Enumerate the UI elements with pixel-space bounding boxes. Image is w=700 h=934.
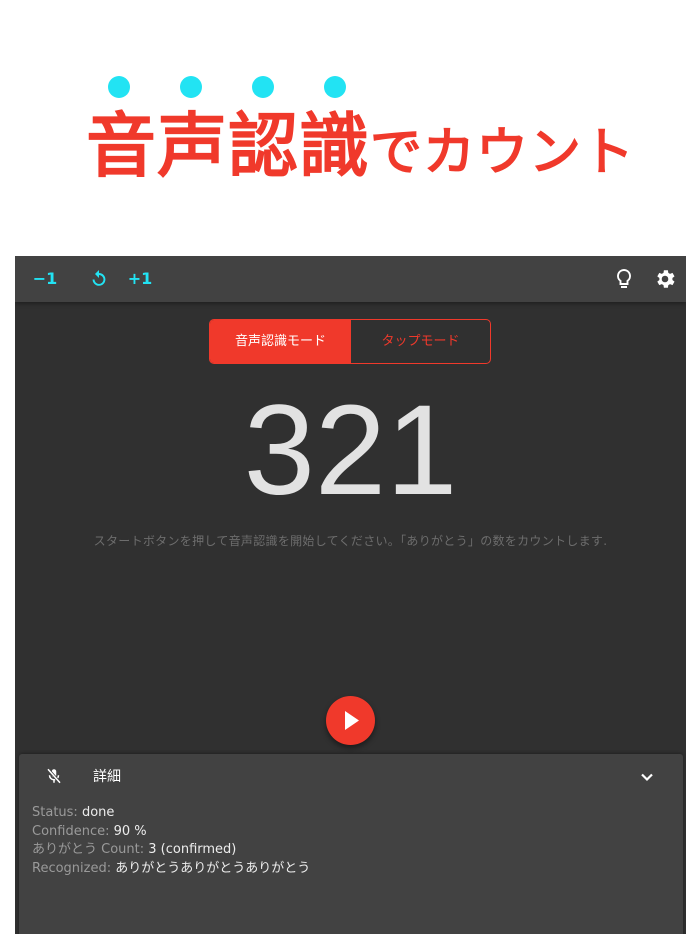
confidence-row: Confidence: 90 % (32, 823, 147, 839)
play-icon (345, 711, 359, 730)
emphasis-dot (108, 76, 130, 98)
headline-rest: でカウント (370, 123, 636, 183)
voice-mode-tab[interactable]: 音声認識モード (210, 320, 351, 363)
decrement-button[interactable]: −1 (23, 256, 67, 302)
mic-off-icon (46, 768, 62, 784)
app-screen: −1 +1 音声認識モード タップモード 321 スタートボタンを押して音声認識… (15, 256, 686, 934)
status-row: Status: done (32, 805, 115, 820)
count-row: ありがとう Count: 3 (confirmed) (32, 842, 237, 857)
emphasis-dot (180, 76, 202, 98)
top-toolbar: −1 +1 (15, 256, 686, 302)
details-panel: 詳細 Status: done Confidence: 90 % ありがとう C… (19, 754, 683, 934)
promo-banner: 音声認識でカウント (0, 0, 700, 256)
details-title: 詳細 (93, 769, 121, 785)
headline-emphasis: 音声認識 (86, 105, 370, 187)
reset-icon[interactable] (87, 267, 111, 291)
mode-toggle: 音声認識モード タップモード (209, 319, 491, 364)
recognized-row: Recognized: ありがとうありがとうありがとう (32, 860, 311, 876)
gear-icon[interactable] (653, 267, 677, 291)
chevron-down-icon[interactable] (639, 769, 655, 785)
increment-button[interactable]: +1 (121, 256, 159, 302)
details-info: Status: done Confidence: 90 % ありがとう Coun… (32, 804, 310, 878)
lightbulb-icon[interactable] (612, 267, 636, 291)
emphasis-dot (252, 76, 274, 98)
instruction-text: スタートボタンを押して音声認識を開始してください。「ありがとう」の数をカウントし… (93, 534, 608, 548)
promo-headline: 音声認識でカウント (86, 106, 635, 193)
start-button[interactable] (326, 696, 375, 745)
tap-mode-tab[interactable]: タップモード (351, 320, 490, 363)
emphasis-dot (324, 76, 346, 98)
counter-value: 321 (243, 379, 458, 522)
